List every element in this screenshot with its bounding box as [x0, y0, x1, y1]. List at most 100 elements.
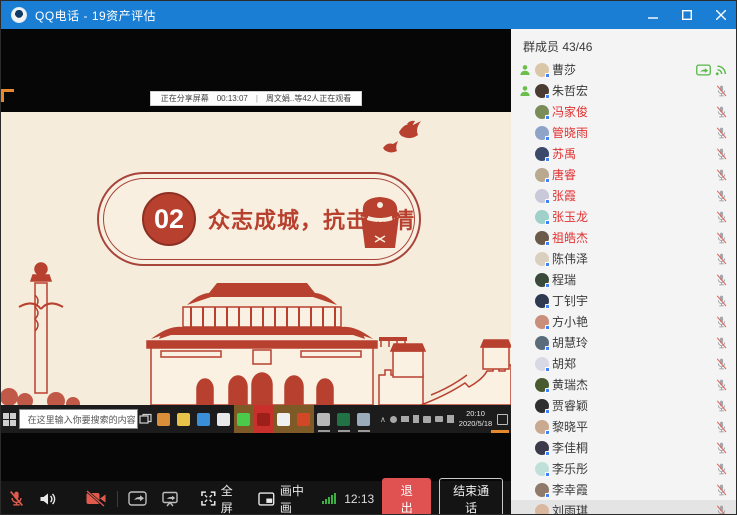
mic-muted-icon[interactable] — [715, 399, 728, 413]
whiteboard-button[interactable] — [154, 481, 186, 515]
member-row[interactable]: 曹莎 — [511, 59, 737, 80]
member-avatar — [535, 189, 549, 203]
mic-muted-icon[interactable] — [715, 357, 728, 371]
member-avatar — [535, 378, 549, 392]
mic-muted-icon[interactable] — [715, 441, 728, 455]
tray-icon — [447, 415, 454, 423]
mobile-badge-icon — [545, 220, 550, 225]
tray-icon — [390, 416, 397, 423]
member-row[interactable]: 唐睿 — [511, 164, 737, 185]
share-status-banner: 正在分享屏幕 00:13:07 | 周文娟..等42人正在观看 — [1, 90, 511, 107]
member-name: 张霞 — [552, 187, 576, 204]
member-name: 方小艳 — [552, 313, 588, 330]
mic-muted-icon[interactable] — [715, 210, 728, 224]
store-icon — [154, 405, 174, 433]
member-row[interactable]: 张玉龙 — [511, 206, 737, 227]
member-row[interactable]: 刘雨琪 — [511, 500, 737, 515]
mic-muted-icon[interactable] — [715, 126, 728, 140]
member-row[interactable]: 张霞 — [511, 185, 737, 206]
member-row[interactable]: 程瑞 — [511, 269, 737, 290]
member-row[interactable]: 胡慧玲 — [511, 332, 737, 353]
mic-muted-icon[interactable] — [715, 147, 728, 161]
speaker-button[interactable] — [32, 481, 64, 515]
member-name: 胡郑 — [552, 355, 576, 372]
member-row[interactable]: 冯家俊 — [511, 101, 737, 122]
fullscreen-button[interactable]: 全屏 — [194, 481, 251, 515]
close-button[interactable] — [704, 1, 737, 29]
call-control-bar: 全屏 画中画 12:13 退出 结束通话 — [1, 481, 511, 515]
exit-button[interactable]: 退出 — [382, 478, 431, 515]
tray-icon — [401, 416, 409, 422]
tray-icon — [413, 415, 419, 423]
member-row[interactable]: 李幸霞 — [511, 479, 737, 500]
mic-muted-icon[interactable] — [715, 231, 728, 245]
mic-muted-icon[interactable] — [715, 189, 728, 203]
member-name: 冯家俊 — [552, 103, 588, 120]
member-row[interactable]: 管晓雨 — [511, 122, 737, 143]
member-row[interactable]: 黄瑞杰 — [511, 374, 737, 395]
member-avatar — [535, 147, 549, 161]
member-avatar — [535, 231, 549, 245]
mobile-badge-icon — [545, 472, 550, 477]
mic-muted-icon[interactable] — [715, 420, 728, 434]
excel-icon — [334, 405, 354, 433]
end-call-button[interactable]: 结束通话 — [439, 478, 503, 515]
member-avatar — [535, 441, 549, 455]
mic-muted-icon[interactable] — [715, 252, 728, 266]
maximize-button[interactable] — [670, 1, 704, 29]
member-name: 苏禹 — [552, 145, 576, 162]
mic-muted-icon[interactable] — [715, 378, 728, 392]
member-row[interactable]: 朱哲宏 — [511, 80, 737, 101]
member-row[interactable]: 丁钊宇 — [511, 290, 737, 311]
qq-call-icon — [274, 405, 294, 433]
member-name: 刘雨琪 — [552, 502, 588, 515]
member-row[interactable]: 黎晓平 — [511, 416, 737, 437]
member-row[interactable]: 苏禹 — [511, 143, 737, 164]
mic-muted-icon[interactable] — [715, 273, 728, 287]
camera-off-button[interactable] — [78, 481, 114, 515]
member-name: 陈伟泽 — [552, 250, 588, 267]
mobile-badge-icon — [545, 430, 550, 435]
member-name: 黎晓平 — [552, 418, 588, 435]
member-avatar — [535, 294, 549, 308]
mic-muted-icon[interactable] — [715, 105, 728, 119]
member-row[interactable]: 方小艳 — [511, 311, 737, 332]
mic-muted-icon[interactable] — [715, 504, 728, 515]
mobile-badge-icon — [545, 367, 550, 372]
member-row[interactable]: 李乐彤 — [511, 458, 737, 479]
mic-muted-icon[interactable] — [715, 168, 728, 182]
member-name: 胡慧玲 — [552, 334, 588, 351]
mic-muted-icon[interactable] — [715, 483, 728, 497]
member-avatar — [535, 273, 549, 287]
member-avatar — [535, 483, 549, 497]
mic-muted-icon[interactable] — [715, 84, 728, 98]
mic-muted-icon[interactable] — [715, 315, 728, 329]
member-row[interactable]: 胡郑 — [511, 353, 737, 374]
member-avatar — [535, 126, 549, 140]
network-signal-icon — [322, 493, 336, 504]
recorder-icon — [254, 405, 274, 433]
tiananmen-illustration — [1, 255, 511, 405]
task-view-icon — [138, 405, 154, 433]
picture-in-picture-button[interactable]: 画中画 — [251, 481, 322, 515]
screen-share-button[interactable] — [121, 481, 154, 515]
member-name: 贾睿颖 — [552, 397, 588, 414]
mobile-badge-icon — [545, 178, 550, 183]
member-row[interactable]: 贾睿颖 — [511, 395, 737, 416]
titlebar[interactable]: QQ电话 - 19资产评估 — [1, 1, 737, 29]
member-row[interactable]: 陈伟泽 — [511, 248, 737, 269]
mic-muted-icon[interactable] — [715, 462, 728, 476]
mic-muted-icon[interactable] — [715, 294, 728, 308]
mic-muted-icon[interactable] — [715, 336, 728, 350]
wechat-icon — [234, 405, 254, 433]
member-avatar — [535, 168, 549, 182]
member-row[interactable]: 祖皓杰 — [511, 227, 737, 248]
member-avatar — [535, 357, 549, 371]
slide-section-number: 02 — [142, 192, 196, 246]
member-row[interactable]: 李佳桐 — [511, 437, 737, 458]
online-member-icon — [519, 85, 531, 97]
defender-icon — [354, 405, 374, 433]
qq-call-window: QQ电话 - 19资产评估 正在分享屏幕 00:13:07 | 周文娟..等42… — [0, 0, 737, 515]
minimize-button[interactable] — [636, 1, 670, 29]
microphone-muted-button[interactable] — [1, 481, 32, 515]
